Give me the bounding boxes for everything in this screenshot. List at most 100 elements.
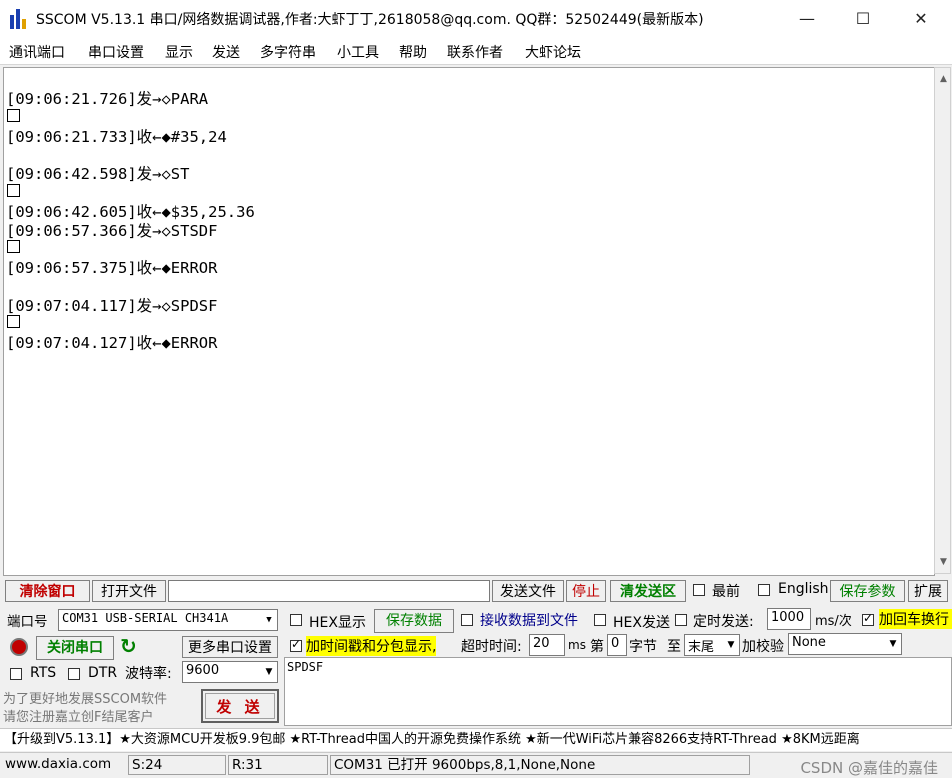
interval-input[interactable]: 1000 (767, 608, 811, 630)
window-title: SSCOM V5.13.1 串口/网络数据调试器,作者:大虾丁丁,2618058… (36, 12, 704, 28)
chevron-down-icon: ▼ (723, 635, 739, 655)
end-select-value: 末尾 (688, 640, 715, 655)
menu-send[interactable]: 发送 (212, 42, 240, 62)
open-file-button[interactable]: 打开文件 (92, 580, 166, 602)
topmost-checkbox[interactable] (693, 584, 705, 596)
refresh-icon[interactable]: ↻ (120, 634, 137, 658)
timed-send-checkbox[interactable] (675, 614, 687, 626)
receive-scrollbar[interactable]: ▲ ▼ (934, 67, 951, 574)
log-line: [09:06:21.726]发→◇PARA (6, 90, 209, 108)
menu-bar: 通讯端口 串口设置 显示 发送 多字符串 小工具 帮助 联系作者 大虾论坛 (0, 38, 952, 65)
expand-button[interactable]: 扩展 (908, 580, 948, 602)
hex-display-label: HEX显示 (309, 615, 366, 631)
save-data-button[interactable]: 保存数据 (374, 609, 454, 633)
unprintable-char-box (7, 240, 20, 253)
timeout-label: 超时时间: (461, 639, 522, 655)
timeout-input[interactable]: 20 (529, 634, 565, 656)
maximize-button[interactable]: ☐ (834, 0, 892, 38)
receive-to-file-checkbox[interactable] (461, 614, 473, 626)
title-bar: SSCOM V5.13.1 串口/网络数据调试器,作者:大虾丁丁,2618058… (0, 0, 952, 38)
rts-checkbox[interactable] (10, 668, 22, 680)
menu-help[interactable]: 帮助 (399, 42, 427, 62)
status-bar: www.daxia.com S:24 R:31 COM31 已打开 9600bp… (0, 752, 952, 778)
port-status-indicator-icon (10, 638, 28, 656)
append-crlf-label: 加回车换行 (879, 609, 952, 629)
timeout-unit: ms (568, 638, 586, 652)
baud-select-value: 9600 (186, 663, 220, 678)
baud-select[interactable]: 9600 ▼ (182, 661, 278, 683)
port-select-value: COM31 USB-SERIAL CH341A (62, 611, 229, 625)
byte-suffix: 字节 (629, 639, 657, 655)
end-select[interactable]: 末尾 ▼ (684, 634, 740, 656)
checksum-select[interactable]: None ▼ (788, 633, 902, 655)
chevron-down-icon: ▼ (261, 610, 277, 630)
promo-line-1: 为了更好地发展SSCOM软件 (3, 692, 168, 707)
clear-window-button[interactable]: 清除窗口 (5, 580, 90, 602)
unprintable-char-box (7, 315, 20, 328)
status-sent-count: S:24 (128, 755, 226, 775)
checksum-select-value: None (792, 635, 826, 650)
status-received-count: R:31 (228, 755, 328, 775)
stop-button[interactable]: 停止 (566, 580, 606, 602)
ticker-text: 【升级到V5.13.1】★大资源MCU开发板9.9包邮 ★RT-Thread中国… (4, 732, 860, 747)
rts-label: RTS (30, 665, 57, 681)
chevron-down-icon: ▼ (261, 662, 277, 682)
scroll-up-icon[interactable]: ▲ (935, 74, 952, 84)
menu-multi-string[interactable]: 多字符串 (260, 42, 316, 62)
send-file-button[interactable]: 发送文件 (492, 580, 564, 602)
dtr-checkbox[interactable] (68, 668, 80, 680)
baud-label: 波特率: (125, 666, 172, 682)
minimize-button[interactable]: — (778, 0, 836, 38)
app-logo-icon (10, 9, 30, 29)
checksum-label: 加校验 (742, 639, 784, 655)
english-label: English (778, 581, 829, 597)
menu-display[interactable]: 显示 (165, 42, 193, 62)
unprintable-char-box (7, 184, 20, 197)
menu-contact-author[interactable]: 联系作者 (447, 42, 503, 62)
interval-unit: ms/次 (815, 614, 852, 629)
send-text-input[interactable]: SPDSF (284, 657, 952, 726)
menu-comm-port[interactable]: 通讯端口 (9, 42, 65, 62)
chevron-down-icon: ▼ (885, 634, 901, 654)
log-line: [09:06:57.366]发→◇STSDF (6, 222, 218, 240)
log-line: [09:07:04.127]收←◆ERROR (6, 334, 218, 352)
dtr-label: DTR (88, 665, 118, 681)
menu-tools[interactable]: 小工具 (337, 42, 379, 62)
port-label: 端口号 (7, 614, 48, 630)
timestamp-checkbox[interactable] (290, 637, 302, 652)
scroll-down-icon[interactable]: ▼ (935, 557, 952, 567)
csdn-watermark: CSDN @嘉佳的嘉佳 (800, 759, 938, 777)
menu-serial-settings[interactable]: 串口设置 (88, 42, 144, 62)
status-port-info: COM31 已打开 9600bps,8,1,None,None (330, 755, 750, 775)
byte-prefix: 第 (590, 639, 604, 655)
english-checkbox[interactable] (758, 584, 770, 596)
close-button[interactable]: ✕ (892, 0, 950, 38)
clear-send-button[interactable]: 清发送区 (610, 580, 686, 602)
timestamp-label: 加时间戳和分包显示, (306, 636, 437, 656)
file-path-input[interactable] (168, 580, 490, 602)
log-line: [09:07:04.117]发→◇SPDSF (6, 297, 218, 315)
menu-forum[interactable]: 大虾论坛 (525, 42, 581, 62)
log-line: [09:06:57.375]收←◆ERROR (6, 259, 218, 277)
hex-send-label: HEX发送 (613, 615, 670, 631)
more-serial-settings-button[interactable]: 更多串口设置 (182, 636, 278, 658)
save-params-button[interactable]: 保存参数 (830, 580, 905, 602)
byte-index-input[interactable]: 0 (607, 634, 627, 656)
topmost-label: 最前 (712, 584, 740, 600)
send-button-label: 发 送 (216, 698, 264, 716)
to-label: 至 (667, 639, 681, 655)
append-crlf-checkbox[interactable] (862, 611, 874, 626)
send-button[interactable]: 发 送 (201, 689, 279, 723)
unprintable-char-box (7, 109, 20, 122)
port-select[interactable]: COM31 USB-SERIAL CH341A ▼ (58, 609, 278, 631)
promo-ticker[interactable]: 【升级到V5.13.1】★大资源MCU开发板9.9包邮 ★RT-Thread中国… (0, 728, 952, 751)
log-line: [09:06:21.733]收←◆#35,24 (6, 128, 227, 146)
close-port-button[interactable]: 关闭串口 (36, 636, 114, 660)
hex-send-checkbox[interactable] (594, 614, 606, 626)
receive-log[interactable]: [09:06:21.726]发→◇PARA [09:06:21.733]收←◆#… (3, 67, 935, 576)
timed-send-label: 定时发送: (693, 614, 754, 630)
promo-line-2: 请您注册嘉立创F结尾客户 (3, 710, 154, 725)
status-website[interactable]: www.daxia.com (2, 755, 126, 775)
hex-display-checkbox[interactable] (290, 614, 302, 626)
log-line: [09:06:42.598]发→◇ST (6, 165, 190, 183)
